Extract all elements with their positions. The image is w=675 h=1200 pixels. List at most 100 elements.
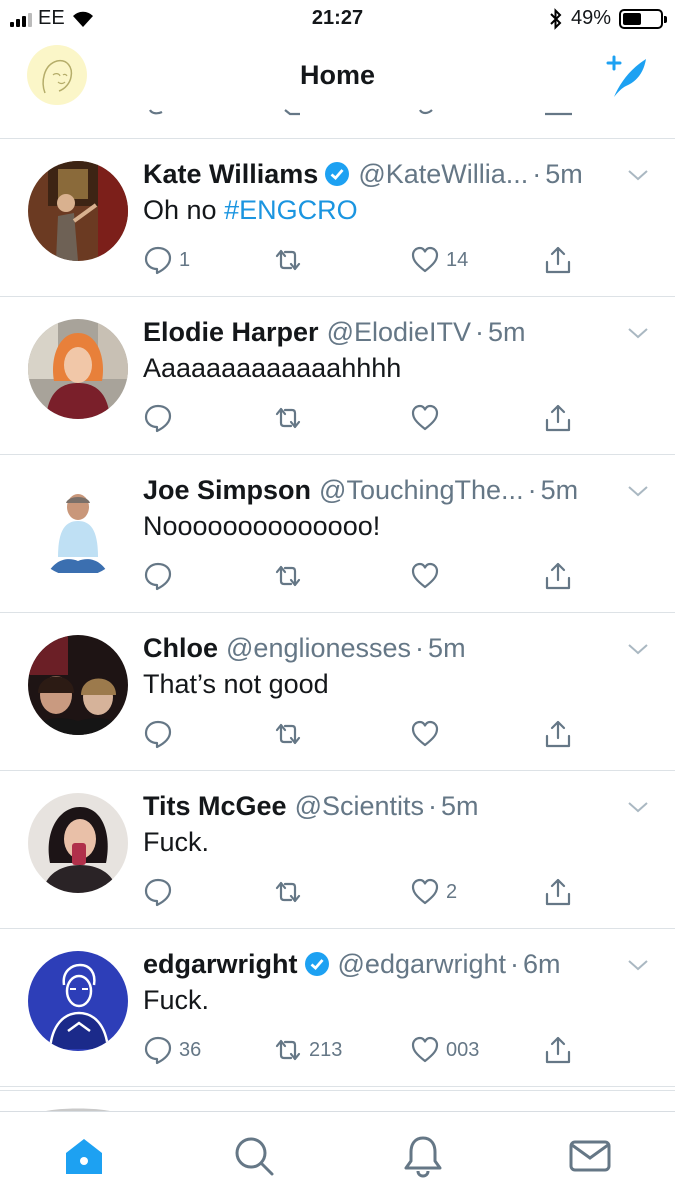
share-icon [545, 1036, 571, 1064]
reply-count: 1 [179, 248, 191, 271]
chevron-down-icon[interactable] [626, 953, 650, 977]
retweet-button[interactable] [273, 245, 309, 275]
tweet[interactable]: Tits McGee @Scientits 5m Fuck. 2 [0, 771, 675, 929]
tweet-actions: 36 213 003 [143, 1031, 613, 1071]
share-button[interactable] [543, 1035, 573, 1065]
chevron-down-icon[interactable] [626, 637, 650, 661]
heart-icon [411, 562, 439, 589]
retweet-button[interactable]: 213 [273, 1035, 342, 1065]
tab-search[interactable] [232, 1134, 276, 1178]
bottom-tab-bar [0, 1111, 675, 1200]
avatar[interactable] [28, 477, 128, 577]
tweet[interactable]: edgarwright @edgarwright 6m Fuck. 36 213… [0, 929, 675, 1087]
like-count: 14 [446, 248, 469, 271]
author-handle[interactable]: @TouchingThe... [319, 475, 524, 506]
chevron-down-icon[interactable] [626, 163, 650, 187]
author-name[interactable]: Joe Simpson [143, 475, 311, 506]
author-name[interactable]: Kate Williams [143, 159, 318, 190]
tweet[interactable]: Joe Simpson @TouchingThe... 5m Noooooooo… [0, 455, 675, 613]
like-button[interactable] [410, 561, 446, 591]
verified-badge-icon [304, 952, 329, 976]
author-name[interactable]: edgarwright [143, 949, 298, 980]
bluetooth-icon [550, 7, 562, 30]
tweet-text-body: Oh no [143, 195, 225, 225]
tweet-header: Chloe @englionesses 5m [143, 631, 600, 665]
like-button[interactable]: 14 [410, 245, 468, 275]
share-button[interactable] [543, 561, 573, 591]
reply-button[interactable]: 1 [143, 245, 190, 275]
like-button[interactable]: 003 [410, 1035, 479, 1065]
reply-icon [144, 878, 172, 907]
tweet-header: edgarwright @edgarwright 6m [143, 947, 600, 981]
share-button[interactable] [543, 877, 573, 907]
chevron-down-icon[interactable] [626, 479, 650, 503]
top-header: Home [0, 38, 675, 114]
avatar[interactable] [28, 161, 128, 261]
compose-tweet-icon[interactable] [600, 53, 650, 99]
share-button[interactable] [543, 245, 573, 275]
tweet-text-body: Fuck. [143, 985, 210, 1015]
chevron-down-icon[interactable] [626, 321, 650, 345]
tweet-text-body: Aaaaaaaaaaaaahhhh [143, 353, 402, 383]
heart-icon [411, 878, 439, 905]
chevron-down-icon[interactable] [626, 795, 650, 819]
share-icon [545, 404, 571, 432]
tweet[interactable]: Chloe @englionesses 5m That’s not good [0, 613, 675, 771]
tweet[interactable]: Kate Williams @KateWillia... 5m Oh no #E… [0, 139, 675, 297]
tweet-text-body: That’s not good [143, 669, 329, 699]
author-handle[interactable]: @edgarwright [338, 949, 507, 980]
reply-button[interactable] [143, 403, 179, 433]
tweet-time: 5m [415, 633, 466, 664]
tweet-text: Fuck. [143, 827, 209, 858]
avatar[interactable] [28, 793, 128, 893]
retweet-icon [275, 723, 301, 745]
author-handle[interactable]: @ElodieITV [327, 317, 471, 348]
tweet-actions [143, 715, 613, 755]
heart-icon [411, 246, 439, 273]
share-button[interactable] [543, 719, 573, 749]
retweet-icon [275, 407, 301, 429]
retweet-button[interactable] [273, 719, 309, 749]
tweet-actions [143, 399, 613, 439]
share-button[interactable] [543, 403, 573, 433]
avatar[interactable] [28, 635, 128, 735]
avatar[interactable] [28, 319, 128, 419]
reply-button[interactable] [143, 719, 179, 749]
like-button[interactable]: 2 [410, 877, 457, 907]
retweet-button[interactable] [273, 877, 309, 907]
tweet-text: That’s not good [143, 669, 329, 700]
tab-notifications[interactable] [401, 1134, 445, 1178]
avatar[interactable] [28, 951, 128, 1051]
tweet[interactable]: Elodie Harper @ElodieITV 5m Aaaaaaaaaaaa… [0, 297, 675, 455]
retweet-button[interactable] [273, 561, 309, 591]
author-name[interactable]: Elodie Harper [143, 317, 319, 348]
hashtag-link[interactable]: #ENGCRO [224, 195, 358, 225]
tweet-text: Noooooooooooooo! [143, 511, 380, 542]
like-button[interactable] [410, 719, 446, 749]
retweet-icon [275, 881, 301, 903]
reply-icon [144, 1036, 172, 1065]
author-handle[interactable]: @Scientits [295, 791, 424, 822]
retweet-button[interactable] [273, 403, 309, 433]
next-tweet-peek [0, 1090, 675, 1112]
reply-button[interactable]: 36 [143, 1035, 201, 1065]
status-bar: EE 21:27 49% [0, 0, 675, 38]
heart-icon [411, 720, 439, 747]
reply-icon [144, 246, 172, 275]
reply-icon [144, 562, 172, 591]
retweet-icon [275, 565, 301, 587]
reply-count: 36 [179, 1038, 202, 1061]
tab-messages[interactable] [568, 1134, 612, 1178]
author-handle[interactable]: @englionesses [226, 633, 411, 664]
author-name[interactable]: Tits McGee [143, 791, 287, 822]
reply-button[interactable] [143, 561, 179, 591]
share-icon [545, 720, 571, 748]
reply-button[interactable] [143, 877, 179, 907]
battery-fill [623, 12, 641, 25]
like-button[interactable] [410, 403, 446, 433]
status-right: 49% [549, 7, 667, 30]
tweet-time: 6m [510, 949, 561, 980]
author-name[interactable]: Chloe [143, 633, 218, 664]
author-handle[interactable]: @KateWillia... [358, 159, 528, 190]
tab-home[interactable] [62, 1134, 106, 1178]
